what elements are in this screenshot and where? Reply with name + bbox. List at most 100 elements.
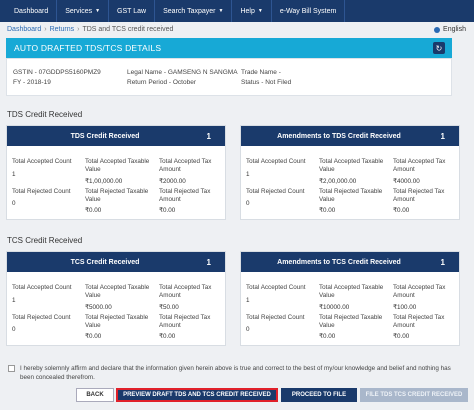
back-button[interactable]: BACK [76, 388, 114, 402]
rejected-value: ₹0.00 [85, 333, 102, 340]
rejected-count-label: Total Rejected Count [12, 314, 71, 321]
file-credit-button[interactable]: FILE TDS TCS CREDIT RECEIVED [360, 388, 468, 402]
accepted-value-label: Total Accepted Taxable Value [319, 284, 384, 299]
rejected-count: 0 [246, 326, 250, 333]
language-icon [434, 26, 441, 33]
rejected-tax-label: Total Rejected Tax Amount [159, 314, 211, 329]
breadcrumb: Dashboard › Returns › TDS and TCS credit rec… [7, 26, 173, 33]
rejected-value-label: Total Rejected Taxable Value [85, 314, 149, 329]
accepted-tax-label: Total Accepted Tax Amount [393, 158, 446, 173]
card-count: 1 [440, 257, 445, 267]
accepted-tax-label: Total Accepted Tax Amount [393, 284, 446, 299]
nav-services[interactable]: Services ▼ [57, 0, 110, 22]
rejected-count-label: Total Rejected Count [12, 188, 71, 195]
rejected-count: 0 [246, 200, 250, 207]
nav-eway-bill[interactable]: e-Way Bill System [272, 0, 346, 22]
nav-dashboard-label: Dashboard [14, 7, 49, 15]
accepted-value: ₹5000.00 [85, 304, 112, 311]
rejected-tax-label: Total Rejected Tax Amount [159, 188, 211, 203]
accepted-count: 1 [12, 171, 16, 178]
rejected-tax-label: Total Rejected Tax Amount [393, 314, 445, 329]
rejected-value: ₹0.00 [85, 207, 102, 214]
accepted-count: 1 [12, 297, 16, 304]
declaration: I hereby solemnly affirm and declare tha… [6, 364, 466, 382]
tds-received-card[interactable]: TDS Credit Received 1 Total Accepted Cou… [6, 125, 226, 220]
caret-down-icon: ▼ [257, 8, 263, 14]
accepted-tax: ₹4000.00 [393, 178, 420, 185]
tds-section-title: TDS Credit Received [7, 110, 83, 119]
accepted-value: ₹1,00,000.00 [85, 178, 123, 185]
language-label: English [443, 26, 466, 33]
rejected-count: 0 [12, 200, 16, 207]
breadcrumb-current: TDS and TCS credit received [82, 26, 174, 33]
caret-down-icon: ▼ [95, 8, 101, 14]
nav-eway-bill-label: e-Way Bill System [279, 7, 337, 15]
nav-gst-law-label: GST Law [117, 7, 147, 15]
rejected-tax-label: Total Rejected Tax Amount [393, 188, 445, 203]
card-count: 1 [206, 257, 211, 267]
rejected-count: 0 [12, 326, 16, 333]
rejected-count-label: Total Rejected Count [246, 188, 305, 195]
return-status: Status - Not Filed [241, 79, 292, 86]
gstin: GSTIN - 07GDDPS5160PMZ9 [13, 69, 101, 76]
accepted-value-label: Total Accepted Taxable Value [85, 284, 150, 299]
accepted-tax: ₹50.00 [159, 304, 179, 311]
page-header: AUTO DRAFTED TDS/TCS DETAILS ↻ [6, 38, 452, 58]
tcs-received-card[interactable]: TCS Credit Received 1 Total Accepted Cou… [6, 251, 226, 346]
tds-amendments-card[interactable]: Amendments to TDS Credit Received 1 Tota… [240, 125, 460, 220]
accepted-value: ₹2,00,000.00 [319, 178, 357, 185]
refresh-button[interactable]: ↻ [433, 42, 445, 54]
card-count: 1 [440, 131, 445, 141]
trade-name: Trade Name - [241, 69, 281, 76]
rejected-tax: ₹0.00 [159, 333, 176, 340]
proceed-to-file-button[interactable]: PROCEED TO FILE [281, 388, 357, 402]
accepted-count-label: Total Accepted Count [246, 284, 306, 291]
declaration-checkbox[interactable] [8, 365, 15, 372]
card-title: TDS Credit Received [70, 132, 140, 140]
breadcrumb-dashboard[interactable]: Dashboard [7, 26, 41, 33]
nav-search-taxpayer[interactable]: Search Taxpayer ▼ [155, 0, 233, 22]
accepted-value-label: Total Accepted Taxable Value [85, 158, 150, 173]
preview-draft-button[interactable]: PREVIEW DRAFT TDS AND TCS CREDIT RECEIVE… [116, 388, 278, 402]
caret-down-icon: ▼ [218, 8, 224, 14]
language-selector[interactable]: English [434, 26, 466, 33]
accepted-value: ₹10000.00 [319, 304, 350, 311]
rejected-tax: ₹0.00 [393, 207, 410, 214]
declaration-text: I hereby solemnly affirm and declare tha… [20, 365, 451, 381]
card-title: TCS Credit Received [70, 258, 140, 266]
rejected-value-label: Total Rejected Taxable Value [85, 188, 149, 203]
breadcrumb-separator: › [77, 26, 80, 33]
accepted-count: 1 [246, 171, 250, 178]
top-nav: Dashboard Services ▼ GST Law Search Taxpa… [0, 0, 474, 22]
accepted-value-label: Total Accepted Taxable Value [319, 158, 384, 173]
breadcrumb-returns[interactable]: Returns [50, 26, 75, 33]
accepted-count-label: Total Accepted Count [12, 158, 72, 165]
rejected-value-label: Total Rejected Taxable Value [319, 188, 383, 203]
nav-help[interactable]: Help ▼ [232, 0, 272, 22]
accepted-tax-label: Total Accepted Tax Amount [159, 284, 212, 299]
return-period: Return Period - October [127, 79, 197, 86]
accepted-tax: ₹100.00 [393, 304, 417, 311]
rejected-tax: ₹0.00 [159, 207, 176, 214]
tcs-amendments-card[interactable]: Amendments to TCS Credit Received 1 Tota… [240, 251, 460, 346]
rejected-count-label: Total Rejected Count [246, 314, 305, 321]
breadcrumb-separator: › [44, 26, 47, 33]
page-title: AUTO DRAFTED TDS/TCS DETAILS [14, 43, 162, 53]
card-header: TCS Credit Received 1 [7, 252, 225, 272]
card-header: TDS Credit Received 1 [7, 126, 225, 146]
card-header: Amendments to TCS Credit Received 1 [241, 252, 459, 272]
accepted-count-label: Total Accepted Count [246, 158, 306, 165]
nav-gst-law[interactable]: GST Law [109, 0, 156, 22]
card-title: Amendments to TCS Credit Received [277, 258, 401, 266]
rejected-value: ₹0.00 [319, 207, 336, 214]
legal-name: Legal Name - GAMSENG N SANGMA [127, 69, 238, 76]
tcs-section-title: TCS Credit Received [7, 236, 83, 245]
nav-dashboard[interactable]: Dashboard [8, 0, 58, 22]
card-count: 1 [206, 131, 211, 141]
taxpayer-info: GSTIN - 07GDDPS5160PMZ9 FY - 2018-19 Leg… [6, 58, 452, 96]
rejected-value: ₹0.00 [319, 333, 336, 340]
accepted-tax: ₹2000.00 [159, 178, 186, 185]
nav-help-label: Help [240, 7, 255, 15]
rejected-tax: ₹0.00 [393, 333, 410, 340]
accepted-count: 1 [246, 297, 250, 304]
